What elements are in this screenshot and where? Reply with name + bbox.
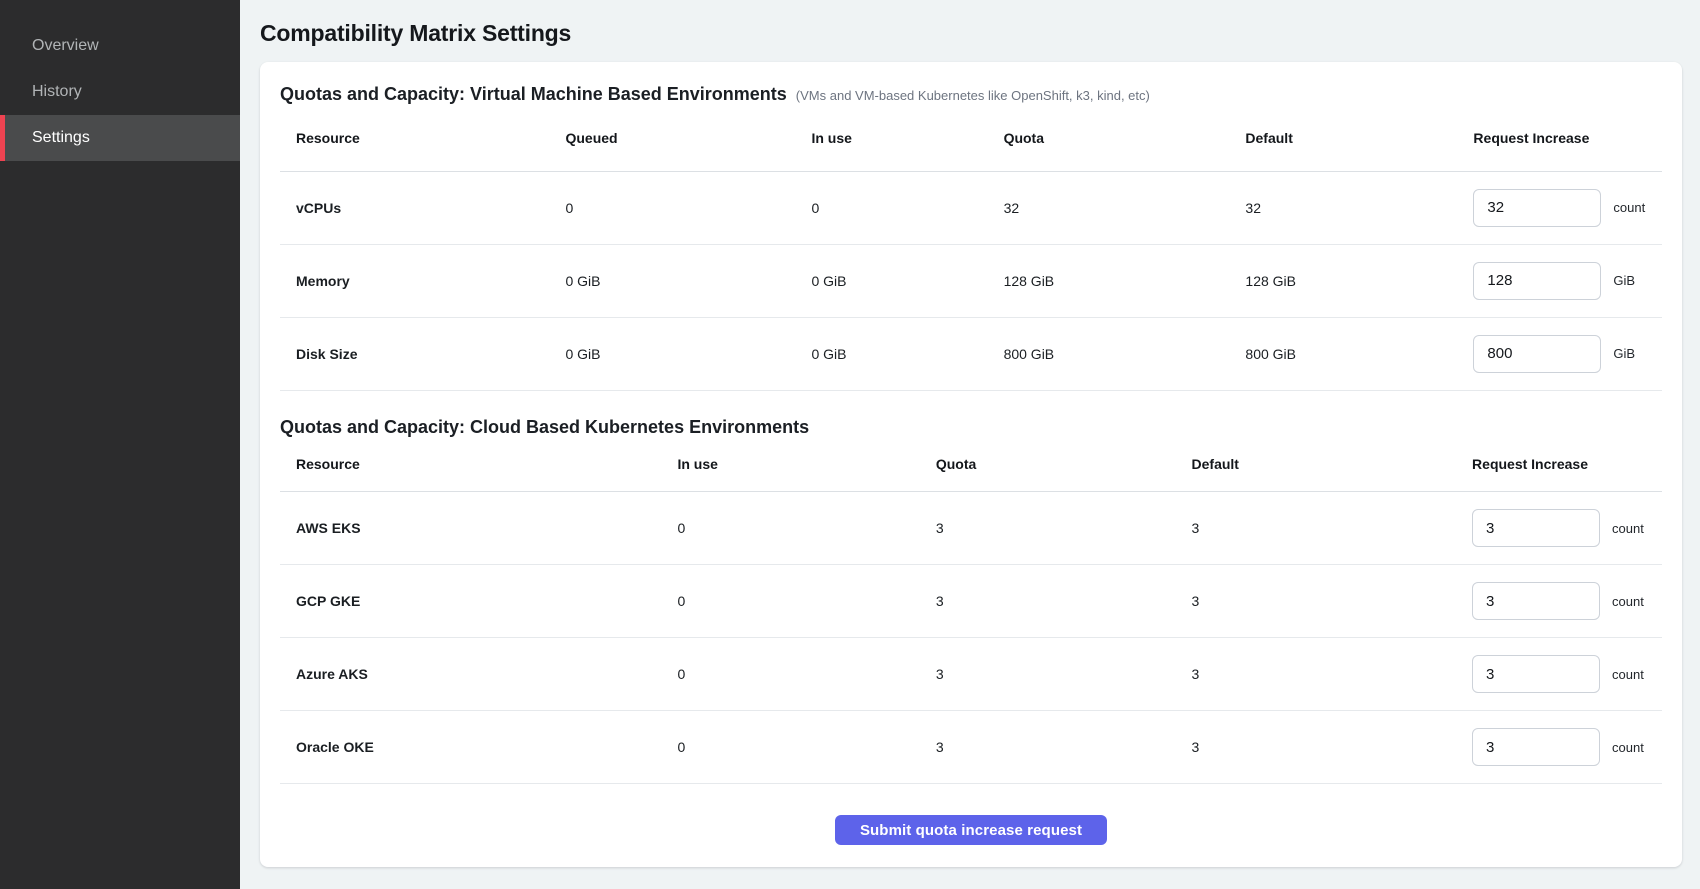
submit-quota-request-button[interactable]: Submit quota increase request [835,815,1107,845]
unit-label: GiB [1613,346,1635,361]
request-increase-input[interactable] [1472,582,1600,620]
request-increase-input[interactable] [1472,655,1600,693]
column-header-request-increase: Request Increase [1456,438,1662,492]
in-use-value: 0 [661,638,919,711]
default-value: 128 GiB [1229,244,1457,317]
quota-value: 32 [988,171,1230,244]
main-content: Compatibility Matrix Settings Quotas and… [240,0,1700,889]
in-use-value: 0 GiB [795,317,987,390]
quota-value: 3 [920,492,1176,565]
request-increase-cell: count [1472,509,1662,547]
in-use-value: 0 [661,565,919,638]
column-header-in-use: In use [661,438,919,492]
in-use-value: 0 GiB [795,244,987,317]
vm-header-row: Resource Queued In use Quota Default Req… [280,105,1662,171]
sidebar-item-label: Settings [32,129,90,147]
in-use-value: 0 [795,171,987,244]
page-title: Compatibility Matrix Settings [260,20,1682,47]
default-value: 800 GiB [1229,317,1457,390]
unit-label: count [1613,200,1645,215]
request-increase-cell: count [1473,189,1662,227]
card-footer: Submit quota increase request [280,784,1662,867]
cloud-row-oracle-oke: Oracle OKE 0 3 3 count [280,711,1662,784]
default-value: 3 [1176,638,1457,711]
cloud-row-gcp-gke: GCP GKE 0 3 3 count [280,565,1662,638]
in-use-value: 0 [661,711,919,784]
request-increase-cell: GiB [1473,335,1662,373]
sidebar-item-label: History [32,83,82,101]
cloud-table-head: Resource In use Quota Default Request In… [280,438,1662,492]
column-header-resource: Resource [280,438,661,492]
column-header-quota: Quota [920,438,1176,492]
resource-name: Disk Size [280,317,549,390]
quota-value: 3 [920,711,1176,784]
column-header-resource: Resource [280,105,549,171]
sidebar-item-overview[interactable]: Overview [0,23,240,69]
cloud-section-header: Quotas and Capacity: Cloud Based Kuberne… [280,417,1662,438]
unit-label: GiB [1613,273,1635,288]
unit-label: count [1612,740,1644,755]
vm-section-subtitle: (VMs and VM-based Kubernetes like OpenSh… [796,88,1150,103]
default-value: 3 [1176,565,1457,638]
cloud-header-row: Resource In use Quota Default Request In… [280,438,1662,492]
request-increase-input[interactable] [1472,509,1600,547]
settings-card: Quotas and Capacity: Virtual Machine Bas… [260,62,1682,867]
quota-value: 3 [920,638,1176,711]
sidebar: Overview History Settings [0,0,240,889]
vm-row-vcpus: vCPUs 0 0 32 32 count [280,171,1662,244]
resource-name: Oracle OKE [280,711,661,784]
column-header-in-use: In use [795,105,987,171]
resource-name: vCPUs [280,171,549,244]
vm-table-head: Resource Queued In use Quota Default Req… [280,105,1662,171]
cloud-section-title: Quotas and Capacity: Cloud Based Kuberne… [280,417,809,438]
quota-value: 128 GiB [988,244,1230,317]
quota-value: 800 GiB [988,317,1230,390]
request-increase-input[interactable] [1473,189,1601,227]
request-increase-cell: count [1472,728,1662,766]
app-window: Overview History Settings Compatibility … [0,0,1700,889]
queued-value: 0 GiB [549,244,795,317]
vm-row-disk-size: Disk Size 0 GiB 0 GiB 800 GiB 800 GiB Gi… [280,317,1662,390]
queued-value: 0 GiB [549,317,795,390]
column-header-request-increase: Request Increase [1457,105,1662,171]
request-increase-cell: count [1472,655,1662,693]
sidebar-item-history[interactable]: History [0,69,240,115]
sidebar-item-settings[interactable]: Settings [0,115,240,161]
vm-row-memory: Memory 0 GiB 0 GiB 128 GiB 128 GiB GiB [280,244,1662,317]
resource-name: AWS EKS [280,492,661,565]
default-value: 3 [1176,711,1457,784]
vm-section-title: Quotas and Capacity: Virtual Machine Bas… [280,84,787,105]
request-increase-cell: GiB [1473,262,1662,300]
cloud-row-azure-aks: Azure AKS 0 3 3 count [280,638,1662,711]
quota-value: 3 [920,565,1176,638]
cloud-quota-table: Resource In use Quota Default Request In… [280,438,1662,785]
default-value: 3 [1176,492,1457,565]
request-increase-input[interactable] [1472,728,1600,766]
column-header-default: Default [1176,438,1457,492]
in-use-value: 0 [661,492,919,565]
cloud-row-aws-eks: AWS EKS 0 3 3 count [280,492,1662,565]
column-header-queued: Queued [549,105,795,171]
resource-name: Memory [280,244,549,317]
column-header-default: Default [1229,105,1457,171]
default-value: 32 [1229,171,1457,244]
queued-value: 0 [549,171,795,244]
request-increase-input[interactable] [1473,262,1601,300]
resource-name: Azure AKS [280,638,661,711]
vm-section-header: Quotas and Capacity: Virtual Machine Bas… [280,84,1662,105]
vm-quota-table: Resource Queued In use Quota Default Req… [280,105,1662,391]
resource-name: GCP GKE [280,565,661,638]
column-header-quota: Quota [988,105,1230,171]
unit-label: count [1612,667,1644,682]
request-increase-input[interactable] [1473,335,1601,373]
request-increase-cell: count [1472,582,1662,620]
unit-label: count [1612,594,1644,609]
unit-label: count [1612,521,1644,536]
sidebar-item-label: Overview [32,37,99,55]
